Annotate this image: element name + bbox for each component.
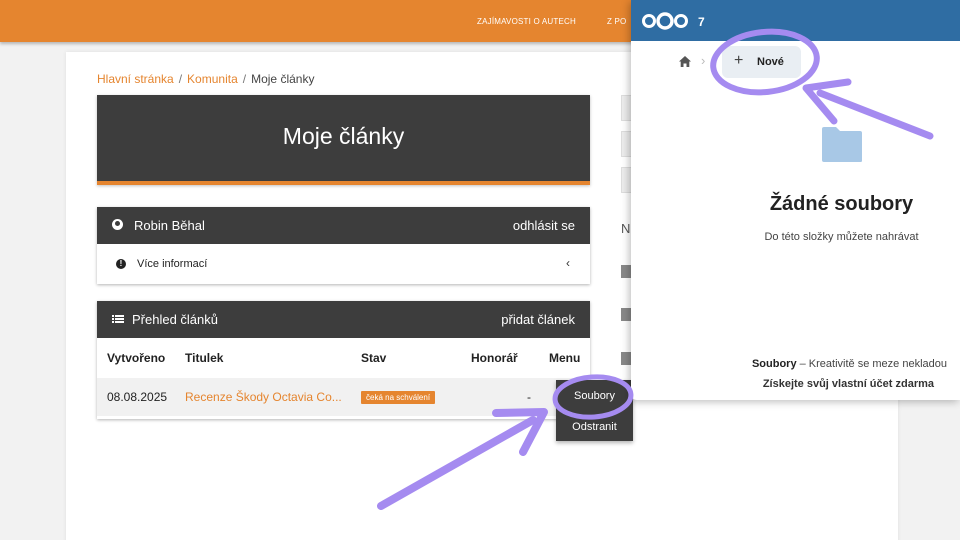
breadcrumb-current: Moje články [251,72,315,86]
more-info-row[interactable]: ! Více informací ‹ [97,244,590,284]
column-menu: Menu [549,351,581,365]
folder-icon [822,127,862,162]
nextcloud-header-count: 7 [698,15,705,29]
info-icon: ! [116,259,126,269]
breadcrumb-community[interactable]: Komunita [187,72,238,86]
new-button[interactable]: + Nové [722,46,801,78]
nextcloud-footer-tagline: Soubory – Kreativitě se meze nekladou [752,358,947,370]
sidebar-tag-stub [621,265,631,278]
more-info-label: Více informací [137,258,208,270]
sidebar-tag-stub [621,352,631,365]
column-title: Titulek [185,351,224,365]
nextcloud-logo-icon [642,12,688,30]
add-article-link[interactable]: přidat článek [501,312,575,327]
nav-link-cut[interactable]: Z PO [607,17,626,26]
articles-panel-title: Přehled článků [132,312,218,327]
articles-panel-header: Přehled článků přidat článek [97,301,590,338]
row-menu-dropdown: Soubory Odstranit [556,380,633,441]
row-title-link[interactable]: Recenze Škody Octavia Co... [185,390,342,404]
footer-tagline: – Kreativitě se meze nekladou [796,358,947,370]
user-panel-header: Robin Běhal odhlásit se [97,207,590,244]
column-created: Vytvořeno [107,351,166,365]
user-panel: Robin Běhal odhlásit se ! Více informací… [97,207,590,284]
status-badge: čeká na schválení [361,391,436,404]
breadcrumb-home[interactable]: Hlavní stránka [97,72,174,86]
user-icon [112,219,124,231]
plus-icon: + [734,52,744,69]
empty-state-subtitle: Do této složky můžete nahrávat [764,231,919,243]
column-status: Stav [361,351,387,365]
home-icon[interactable] [679,56,691,67]
nav-link-car-facts[interactable]: ZAJÍMAVOSTI O AUTECH [477,17,576,26]
page-title: Moje články [282,123,405,149]
breadcrumb-separator: / [178,72,183,86]
articles-panel: Přehled článků přidat článek Vytvořeno T… [97,301,590,419]
sidebar-tag-stub [621,308,631,321]
page-hero: Moje články [97,95,590,185]
files-menu-item[interactable]: Soubory [556,390,633,402]
nextcloud-header: 7 [631,0,960,41]
footer-brand: Soubory [751,358,797,370]
logout-link[interactable]: odhlásit se [513,218,575,233]
breadcrumb-separator: / [242,72,247,86]
new-button-label: Nové [757,56,784,68]
delete-menu-item[interactable]: Odstranit [556,421,633,433]
breadcrumb-separator: › [701,53,706,68]
row-fee: - [527,390,531,404]
user-name: Robin Běhal [134,218,205,233]
get-account-link[interactable]: Získejte svůj vlastní účet zdarma [763,378,934,390]
breadcrumb: Hlavní stránka / Komunita / Moje články [97,72,314,86]
sidebar-heading-stub: N [621,221,631,236]
column-fee: Honorář [471,351,518,365]
chevron-left-icon[interactable]: ‹ [566,256,570,270]
empty-state-title: Žádné soubory [769,193,914,215]
list-icon [112,313,124,325]
nextcloud-files-popup: 7 › + Nové Žádné soubory Do této složky … [631,0,960,400]
table-row: 08.08.2025 Recenze Škody Octavia Co... č… [97,378,590,416]
row-created: 08.08.2025 [107,390,168,404]
table-header-row: Vytvořeno Titulek Stav Honorář Menu [97,338,590,378]
